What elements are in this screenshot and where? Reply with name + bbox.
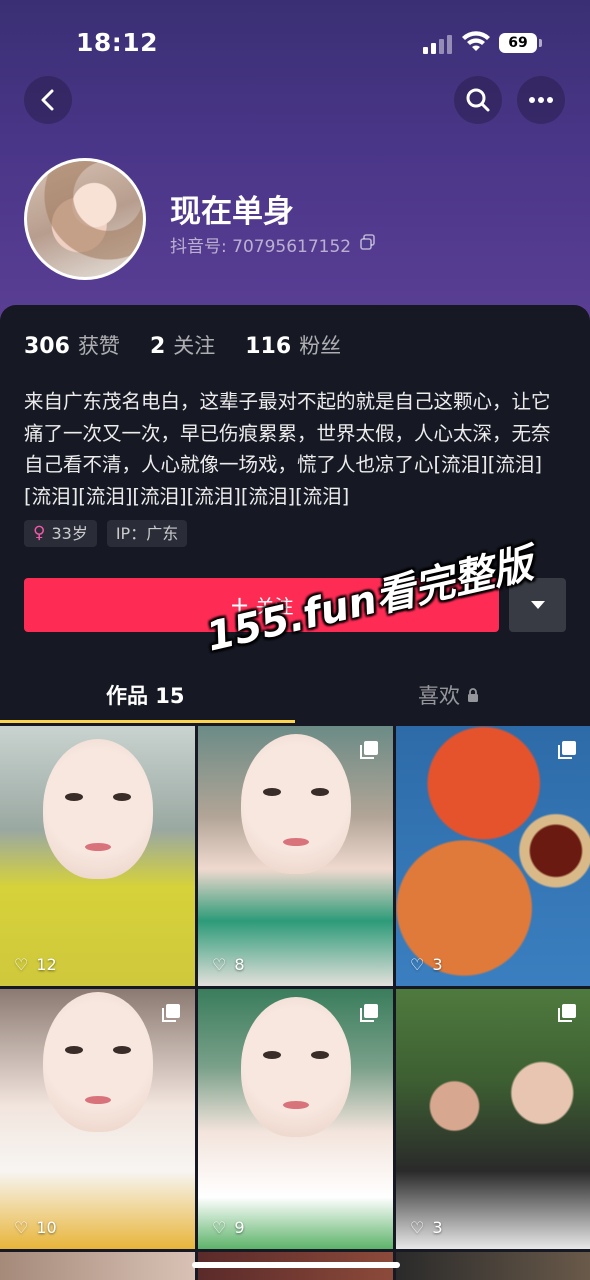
back-button[interactable]: [24, 76, 72, 124]
home-indicator[interactable]: [192, 1262, 400, 1268]
tab-indicator: [0, 720, 295, 723]
video-thumbnail[interactable]: [396, 1252, 590, 1280]
video-likes: ♡ 12: [14, 955, 57, 974]
eye: [112, 793, 131, 802]
multi-image-icon: [360, 741, 378, 759]
ip-label: IP：广东: [115, 524, 179, 543]
mouth: [84, 1095, 111, 1104]
thumbnail-face: [42, 739, 153, 880]
video-thumbnail[interactable]: ♡ 10: [0, 989, 195, 1249]
search-icon: [466, 88, 490, 112]
tab-likes-label: 喜欢: [418, 684, 460, 708]
stat-following[interactable]: 2 关注: [150, 330, 215, 360]
eye: [310, 788, 329, 796]
chevron-left-icon: [41, 89, 54, 111]
profile-tags: ♀ 33岁 IP：广东: [24, 520, 188, 547]
search-button[interactable]: [454, 76, 502, 124]
ip-tag: IP：广东: [106, 520, 188, 547]
video-likes-count: 8: [234, 955, 245, 974]
female-icon: ♀: [33, 523, 46, 543]
video-likes-count: 3: [432, 955, 443, 974]
video-thumbnail[interactable]: [0, 1252, 195, 1280]
tab-likes[interactable]: 喜欢: [418, 680, 479, 710]
video-likes: ♡ 8: [212, 955, 245, 974]
heart-icon: ♡: [212, 955, 227, 974]
video-thumbnail[interactable]: ♡ 3: [396, 989, 590, 1249]
thumbnail-face: [240, 997, 351, 1137]
stat-likes[interactable]: 306 获赞: [24, 330, 120, 360]
video-thumbnail[interactable]: ♡ 8: [198, 726, 393, 986]
video-thumbnail[interactable]: ♡ 12: [0, 726, 195, 986]
stat-value: 306: [24, 334, 70, 359]
profile-nickname: 现在单身: [170, 194, 294, 230]
avatar-photo: [27, 161, 143, 277]
cellular-signal-icon: [423, 34, 453, 54]
avatar[interactable]: [24, 158, 146, 280]
triangle-down-icon: [530, 601, 545, 609]
mouth: [282, 838, 309, 846]
tab-works[interactable]: 作品 15: [106, 680, 185, 710]
video-thumbnail[interactable]: ♡ 9: [198, 989, 393, 1249]
heart-icon: ♡: [212, 1218, 227, 1237]
stat-label: 获赞: [77, 334, 120, 358]
multi-image-icon: [558, 1004, 576, 1022]
eye: [262, 1051, 281, 1059]
heart-icon: ♡: [410, 1218, 425, 1237]
mouth: [84, 843, 111, 852]
copy-icon[interactable]: [360, 234, 376, 250]
status-time: 18:12: [76, 28, 159, 57]
status-bar: 18:12 69: [0, 0, 590, 80]
video-likes: ♡ 3: [410, 1218, 443, 1237]
douyin-id: 抖音号: 70795617152: [170, 237, 352, 257]
video-likes-count: 10: [36, 1218, 57, 1237]
more-options-button[interactable]: [517, 76, 565, 124]
thumbnail-face: [240, 734, 351, 874]
eye: [64, 793, 83, 802]
multi-image-icon: [360, 1004, 378, 1022]
video-likes-count: 9: [234, 1218, 245, 1237]
stat-followers[interactable]: 116 粉丝: [245, 330, 341, 360]
video-likes: ♡ 10: [14, 1218, 57, 1237]
video-thumbnail[interactable]: ♡ 3: [396, 726, 590, 986]
mouth: [282, 1101, 309, 1109]
heart-icon: ♡: [14, 955, 29, 974]
video-likes-count: 3: [432, 1218, 443, 1237]
eye: [112, 1045, 131, 1054]
lock-icon: [468, 687, 478, 702]
more-dots-icon: [529, 97, 553, 103]
profile-stats: 306 获赞 2 关注 116 粉丝: [24, 330, 341, 360]
age-tag: ♀ 33岁: [24, 520, 97, 547]
multi-image-icon: [162, 1004, 180, 1022]
avatar-hair-shade: [27, 161, 143, 277]
age-label: 33岁: [51, 524, 88, 543]
heart-icon: ♡: [14, 1218, 29, 1237]
thumbnail-face: [42, 991, 153, 1132]
stat-label: 粉丝: [299, 334, 342, 358]
video-likes-count: 12: [36, 955, 57, 974]
battery-indicator: 69: [499, 33, 537, 53]
stat-value: 116: [245, 334, 292, 359]
eye: [262, 788, 281, 796]
heart-icon: ♡: [410, 955, 425, 974]
multi-image-icon: [558, 741, 576, 759]
video-likes: ♡ 9: [212, 1218, 245, 1237]
eye: [310, 1051, 329, 1059]
stat-label: 关注: [173, 334, 216, 358]
profile-bio: 来自广东茂名电白，这辈子最对不起的就是自己这颗心，让它痛了一次又一次，早已伤痕累…: [24, 390, 551, 508]
battery-tip: [539, 39, 542, 47]
wifi-icon: [462, 31, 490, 51]
video-likes: ♡ 3: [410, 955, 443, 974]
stat-value: 2: [149, 334, 166, 359]
eye: [64, 1045, 83, 1054]
